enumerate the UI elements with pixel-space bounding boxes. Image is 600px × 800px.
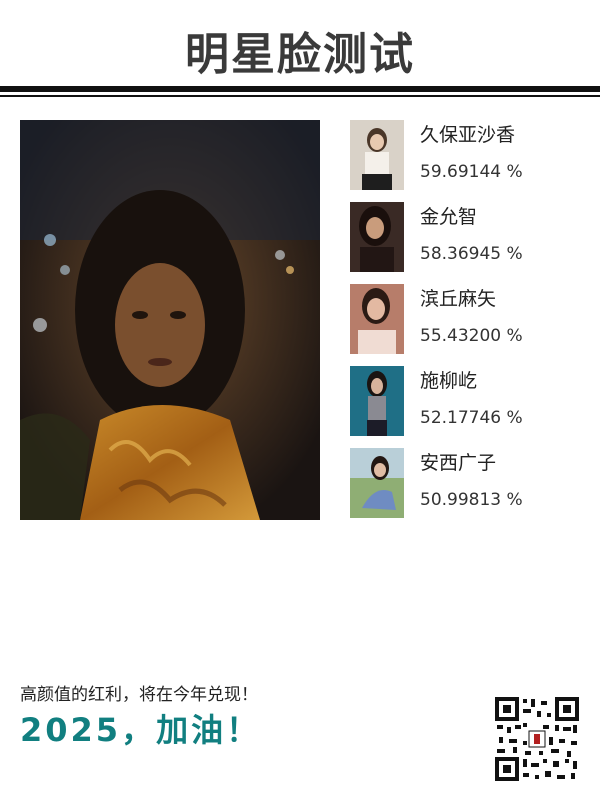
match-item[interactable]: 安西广子 50.99813 % [350, 448, 590, 518]
match-thumbnail [350, 366, 404, 436]
match-score: 52.17746 % [420, 408, 523, 428]
match-thumbnail [350, 284, 404, 354]
match-item[interactable]: 金允智 58.36945 % [350, 202, 590, 272]
qr-code-icon [493, 695, 581, 783]
match-score: 58.36945 % [420, 244, 523, 264]
match-item[interactable]: 滨丘麻矢 55.43200 % [350, 284, 590, 354]
match-item[interactable]: 久保亚沙香 59.69144 % [350, 120, 590, 190]
match-score: 50.99813 % [420, 490, 523, 510]
match-name: 施柳屹 [420, 370, 478, 392]
header-divider-thick [0, 86, 600, 92]
match-thumbnail [350, 202, 404, 272]
match-thumbnail [350, 120, 404, 190]
header-divider-thin [0, 95, 600, 97]
match-score: 59.69144 % [420, 162, 523, 182]
match-name: 滨丘麻矢 [420, 288, 497, 310]
match-name: 安西广子 [420, 452, 497, 474]
footer-message: 高颜值的红利，将在今年兑现！ [20, 685, 258, 705]
header: 明星脸测试 [0, 0, 600, 86]
match-item[interactable]: 施柳屹 52.17746 % [350, 366, 590, 436]
match-name: 金允智 [420, 206, 478, 228]
match-score: 55.43200 % [420, 326, 523, 346]
match-name: 久保亚沙香 [420, 124, 516, 146]
match-thumbnail [350, 448, 404, 518]
page-title: 明星脸测试 [185, 29, 415, 80]
user-photo [20, 120, 320, 520]
footer-slogan: 2025，加油！ [20, 711, 262, 749]
